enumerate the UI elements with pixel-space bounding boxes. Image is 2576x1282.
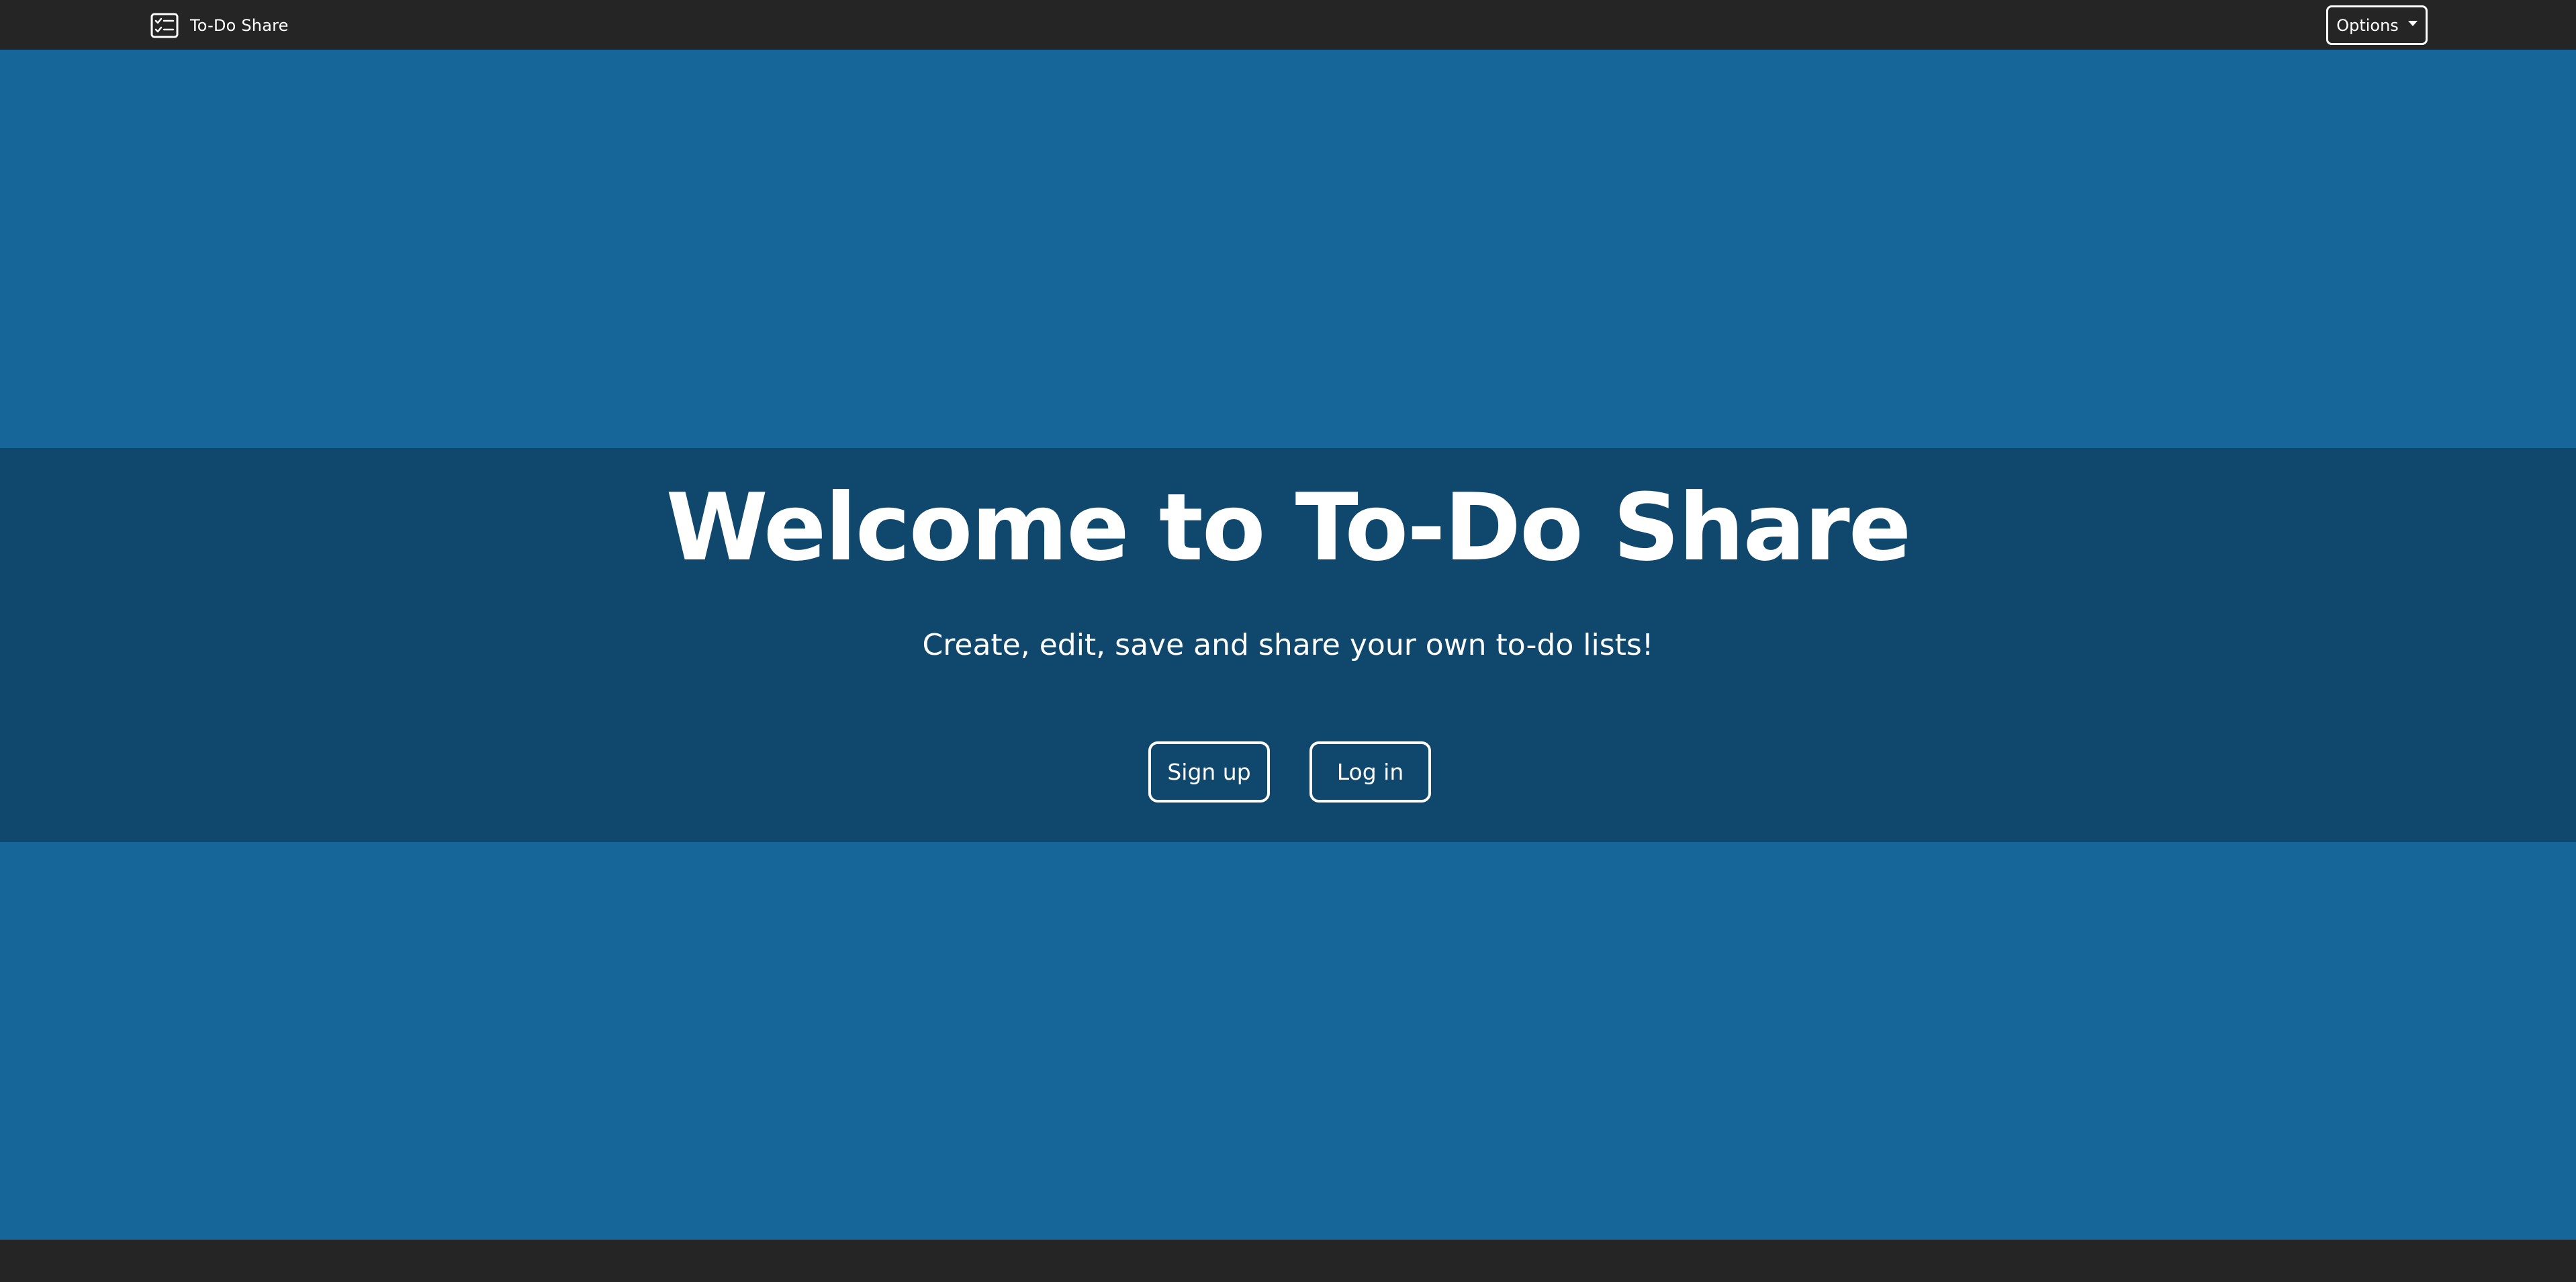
log-in-button[interactable]: Log in	[1309, 741, 1431, 803]
footer-bar	[0, 1240, 2576, 1282]
hero-subtitle: Create, edit, save and share your own to…	[922, 628, 1654, 662]
sign-up-button[interactable]: Sign up	[1148, 741, 1270, 803]
options-label: Options	[2336, 15, 2399, 35]
checklist-icon	[150, 13, 179, 38]
options-dropdown-button[interactable]: Options	[2326, 5, 2428, 45]
top-navbar: To-Do Share Options	[0, 0, 2576, 50]
brand-link[interactable]: To-Do Share	[150, 13, 289, 38]
hero-banner: Welcome to To-Do Share Create, edit, sav…	[0, 448, 2576, 842]
hero-title: Welcome to To-Do Share	[665, 473, 1912, 582]
caret-down-icon	[2407, 20, 2418, 26]
brand-name: To-Do Share	[190, 16, 289, 35]
